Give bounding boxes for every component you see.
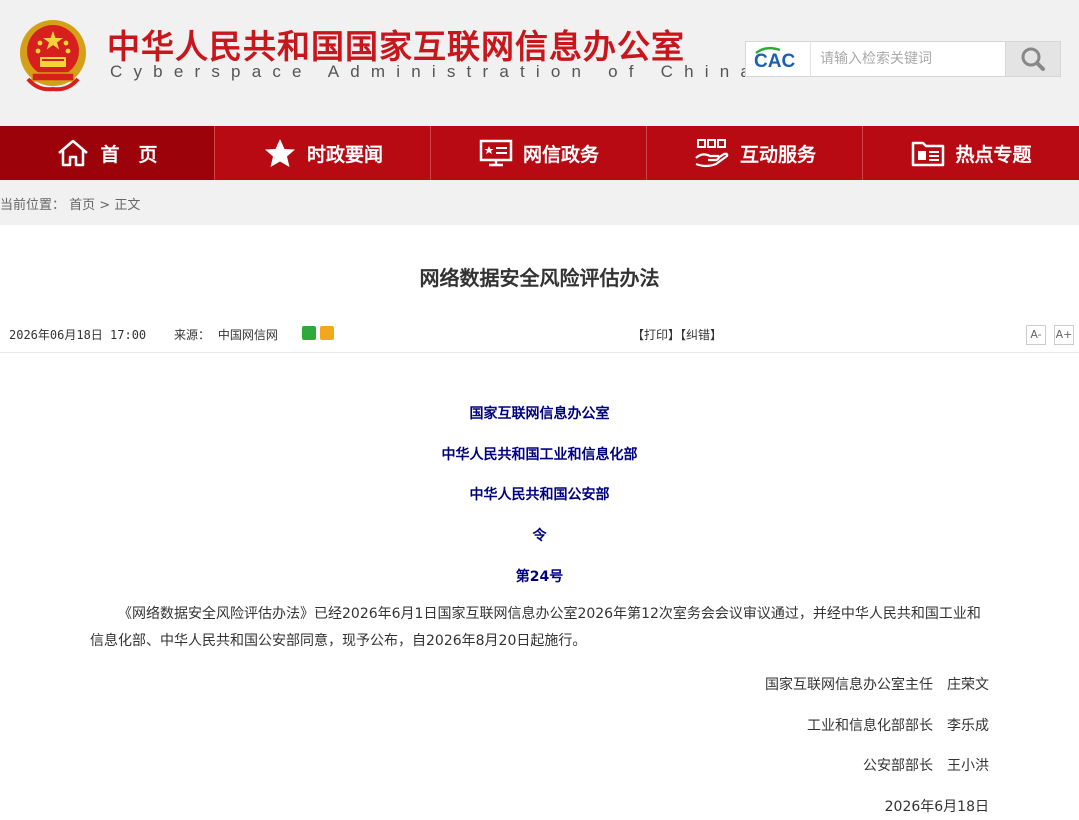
breadcrumb-bar: 当前位置： 首页 > 正文: [0, 180, 1079, 225]
nav-item-label: 热点专题: [955, 143, 1032, 166]
article-title: 网络数据安全风险评估办法: [419, 266, 660, 290]
article-meta-bar: 2026年06月18日 17:00 来源： 中国网信网 【打印】【纠错】 A- …: [0, 316, 1079, 353]
article-tools: 【打印】【纠错】: [632, 326, 722, 343]
signature-2: 工业和信息化部部长 李乐成: [807, 718, 989, 734]
cac-logo-icon: CAC: [754, 46, 795, 72]
search-box: CAC: [745, 41, 1061, 77]
star-icon: [264, 139, 295, 167]
national-emblem-icon[interactable]: [18, 17, 88, 93]
nav-item-topics[interactable]: 热点专题: [864, 126, 1079, 180]
nav-item-label: 首 页: [100, 143, 158, 166]
search-button[interactable]: [1005, 42, 1060, 76]
order-number: 第24号: [515, 569, 564, 585]
nav-item-service[interactable]: 互动服务: [648, 126, 863, 180]
font-larger-button[interactable]: A+: [1054, 325, 1074, 345]
correct-link[interactable]: 【纠错】: [680, 328, 722, 342]
breadcrumb-prefix: 当前位置：: [0, 198, 66, 213]
issuer-1: 国家互联网信息办公室: [469, 406, 610, 422]
article-paragraph: 《网络数据安全风险评估办法》已经2026年6月1日国家互联网信息办公室2026年…: [90, 606, 981, 649]
breadcrumb-home-link[interactable]: 首页: [69, 198, 95, 213]
nav-item-affairs[interactable]: 网信政务: [432, 126, 647, 180]
article-source: 来源： 中国网信网: [174, 326, 278, 343]
site-subtitle: Cyberspace Administration of China: [110, 62, 762, 81]
breadcrumb-current[interactable]: 正文: [114, 198, 140, 213]
issuer-2: 中华人民共和国工业和信息化部: [441, 447, 638, 463]
search-icon: [1021, 47, 1045, 71]
wechat-share-icon[interactable]: [302, 326, 316, 340]
order-label: 令: [532, 528, 547, 544]
site-header: 中华人民共和国国家互联网信息办公室 Cyberspace Administrat…: [0, 0, 1079, 126]
print-link[interactable]: 【打印】: [632, 328, 680, 342]
search-input[interactable]: [812, 42, 1018, 76]
issuer-3: 中华人民共和国公安部: [469, 487, 610, 503]
folder-icon: [912, 141, 945, 167]
breadcrumb-separator: >: [95, 198, 115, 213]
font-smaller-button[interactable]: A-: [1026, 325, 1046, 345]
hand-service-icon: [695, 139, 729, 168]
source-label: 来源：: [174, 328, 211, 342]
home-icon: [58, 139, 89, 167]
nav-item-label: 时政要闻: [306, 143, 383, 166]
source-name: 中国网信网: [217, 328, 278, 342]
monitor-icon: [479, 139, 513, 167]
cac-logo: CAC: [746, 42, 811, 76]
nav-item-news[interactable]: 时政要闻: [216, 126, 431, 180]
nav-item-label: 网信政务: [522, 143, 599, 166]
site-title[interactable]: 中华人民共和国国家互联网信息办公室: [107, 20, 685, 68]
signature-3: 公安部部长 王小洪: [863, 758, 989, 774]
breadcrumb: 当前位置： 首页 > 正文: [0, 194, 140, 213]
qzone-share-icon[interactable]: [320, 326, 334, 340]
sign-date: 2026年6月18日: [884, 799, 989, 815]
cac-logo-text: CAC: [754, 51, 795, 72]
nav-item-label: 互动服务: [739, 143, 816, 166]
share-buttons: [302, 326, 334, 340]
main-nav: 首 页 时政要闻 网信政务 互动服务 热点专题: [0, 126, 1079, 180]
publish-date: 2026年06月18日 17:00: [9, 328, 147, 342]
signature-1: 国家互联网信息办公室主任 庄荣文: [765, 677, 989, 693]
nav-item-home[interactable]: 首 页: [0, 126, 215, 180]
